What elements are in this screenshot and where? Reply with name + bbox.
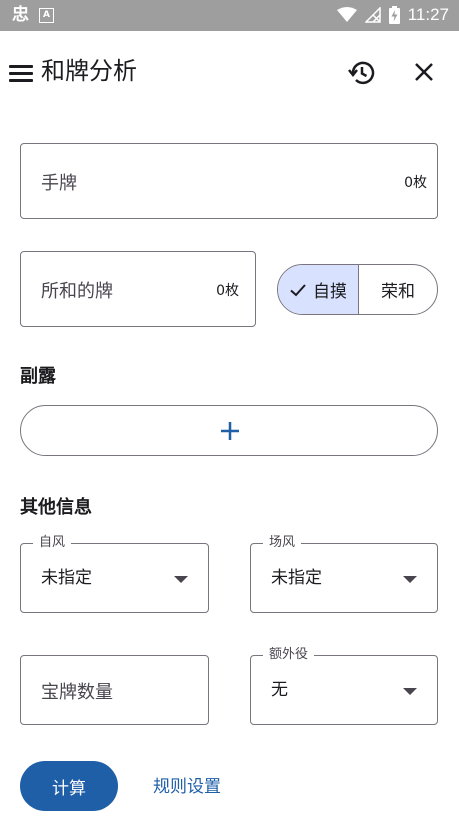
melds-heading: 副露: [20, 366, 56, 387]
check-icon: [290, 283, 306, 296]
segment-ron-label: 荣和: [381, 282, 415, 302]
hand-tiles-field[interactable]: 手牌 0枚: [20, 143, 438, 219]
add-meld-button[interactable]: [20, 405, 438, 456]
battery-charging-icon: [388, 6, 400, 24]
status-time: 11:27: [407, 5, 449, 24]
dropdown-arrow-icon: [403, 576, 417, 583]
extra-yaku-value: 无: [271, 680, 288, 700]
seat-wind-select[interactable]: 自风 未指定: [20, 534, 209, 613]
round-wind-value: 未指定: [271, 568, 322, 588]
seat-wind-value: 未指定: [41, 568, 92, 588]
round-wind-label: 场风: [263, 534, 302, 552]
other-info-heading: 其他信息: [20, 497, 92, 518]
dropdown-arrow-icon: [403, 688, 417, 695]
dora-count-field[interactable]: 宝牌数量: [20, 655, 209, 725]
status-bar: 忠 A 11:27: [0, 0, 459, 31]
close-icon[interactable]: [410, 58, 438, 86]
dora-count-label: 宝牌数量: [41, 682, 113, 703]
rule-settings-button[interactable]: 规则设置: [153, 775, 221, 799]
a-notification-icon: A: [39, 7, 54, 23]
menu-icon[interactable]: [9, 61, 33, 85]
hand-tiles-label: 手牌: [41, 173, 77, 194]
status-bar-notifications: 忠 A: [12, 5, 54, 25]
calculate-button[interactable]: 计算: [20, 761, 118, 811]
history-icon[interactable]: [346, 57, 378, 89]
segment-tsumo[interactable]: 自摸: [278, 265, 359, 314]
winning-tile-count: 0枚: [216, 283, 239, 299]
win-type-segmented-button: 自摸 荣和: [277, 264, 438, 315]
extra-yaku-label: 额外役: [263, 646, 315, 664]
status-bar-system: 11:27: [336, 4, 449, 26]
hand-tiles-count: 0枚: [404, 175, 427, 191]
top-app-bar: 和牌分析: [0, 45, 459, 101]
seat-wind-label: 自风: [33, 534, 72, 552]
segment-tsumo-label: 自摸: [313, 282, 347, 302]
round-wind-select[interactable]: 场风 未指定: [250, 534, 438, 613]
plus-icon: [221, 422, 239, 440]
wifi-icon: [336, 7, 357, 22]
app-notification-icon: 忠: [12, 5, 29, 25]
winning-tile-field[interactable]: 所和的牌 0枚: [20, 251, 256, 327]
segment-ron[interactable]: 荣和: [359, 265, 437, 314]
winning-tile-label: 所和的牌: [41, 281, 113, 302]
page-title: 和牌分析: [41, 57, 137, 85]
extra-yaku-select[interactable]: 额外役 无: [250, 646, 438, 725]
dropdown-arrow-icon: [174, 576, 188, 583]
no-signal-icon: [364, 7, 381, 23]
